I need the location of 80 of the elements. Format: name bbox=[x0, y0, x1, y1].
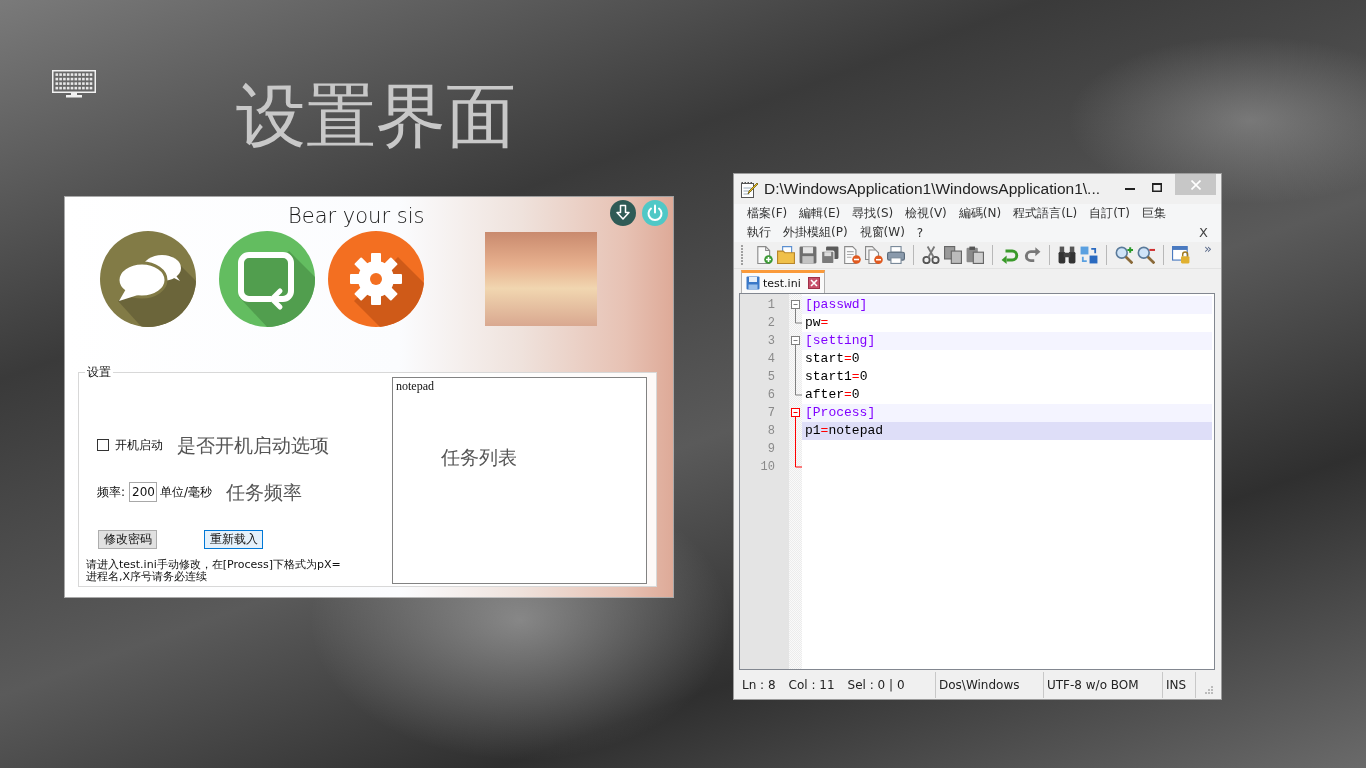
menu-item[interactable]: ? bbox=[916, 225, 924, 240]
line-number: 3 bbox=[767, 333, 776, 350]
status-text: Ln : 8 bbox=[742, 678, 776, 692]
menu-item[interactable]: 尋找(S) bbox=[852, 205, 894, 222]
printer-icon[interactable] bbox=[887, 246, 905, 264]
menu-item[interactable]: 檢視(V) bbox=[905, 205, 947, 222]
window-title: D:\WindowsApplication1\WindowsApplication1\... bbox=[764, 180, 1100, 198]
menu-item[interactable]: 執行 bbox=[747, 224, 771, 241]
file-minus-icon[interactable] bbox=[843, 246, 861, 264]
swap-squares-icon[interactable] bbox=[1080, 246, 1098, 264]
zoom-in-icon[interactable] bbox=[1115, 246, 1133, 264]
close-icon[interactable] bbox=[807, 277, 820, 289]
close-document-button[interactable]: X bbox=[1199, 225, 1208, 240]
open-folder-icon[interactable] bbox=[777, 246, 795, 264]
close-icon bbox=[1190, 179, 1201, 190]
line-number: 9 bbox=[767, 441, 776, 458]
editor-pane[interactable]: 1 2 3 4 5 6 7 8 9 10 [passwd] pw= [setting] start=0 start1=0 after=0 [Process] p1=notepad bbox=[739, 293, 1215, 670]
status-text: Dos\Windows bbox=[939, 678, 1020, 692]
chat-bubbles-icon[interactable] bbox=[100, 231, 196, 327]
action-button[interactable]: 重新载入 bbox=[204, 529, 263, 549]
line-number: 5 bbox=[767, 369, 776, 386]
menu-item[interactable]: 編碼(N) bbox=[958, 205, 1002, 222]
menu-item[interactable]: 外掛模組(P) bbox=[783, 224, 848, 241]
status-text: UTF-8 w/o BOM bbox=[1047, 678, 1139, 692]
binoculars-icon[interactable] bbox=[1058, 246, 1076, 264]
menu-item[interactable]: 視窗(W) bbox=[859, 224, 905, 241]
action-button[interactable]: 修改密码 bbox=[98, 529, 157, 549]
frequency-input[interactable]: 200 bbox=[129, 482, 158, 502]
menu-item[interactable]: 自訂(T) bbox=[1089, 205, 1130, 222]
checkbox-label[interactable]: 开机启动 bbox=[115, 436, 163, 454]
line-number: 8 bbox=[767, 423, 776, 440]
code-line: start1=0 bbox=[804, 368, 869, 386]
files-minus-icon[interactable] bbox=[865, 246, 883, 264]
overflow-chevron[interactable]: » bbox=[1204, 242, 1212, 256]
status-text: Col : 11 bbox=[788, 678, 835, 692]
autostart-checkbox[interactable] bbox=[97, 439, 109, 451]
line-number: 1 bbox=[767, 297, 776, 314]
line-number: 10 bbox=[760, 459, 776, 476]
list-item[interactable]: notepad bbox=[393, 378, 437, 394]
code-line: pw= bbox=[804, 314, 830, 332]
menu-item[interactable]: 巨集 bbox=[1141, 205, 1166, 222]
fold-bracket-icon[interactable] bbox=[791, 336, 802, 396]
annotation-text: 任务列表 bbox=[441, 445, 517, 469]
code-line: after=0 bbox=[804, 386, 861, 404]
app-title: Bear your sis bbox=[288, 203, 425, 230]
menu-item[interactable]: 程式語言(L) bbox=[1013, 205, 1078, 222]
fold-bracket-icon[interactable] bbox=[791, 408, 802, 468]
line-number: 7 bbox=[767, 405, 776, 422]
new-file-icon[interactable] bbox=[755, 246, 773, 264]
copy-icon[interactable] bbox=[944, 246, 962, 264]
scissors-icon[interactable] bbox=[922, 246, 940, 264]
code-line: start=0 bbox=[804, 350, 861, 368]
status-text: Sel : 0 | 0 bbox=[847, 678, 905, 692]
status-text: INS bbox=[1166, 678, 1187, 692]
redo-arrow-icon[interactable] bbox=[1023, 246, 1041, 264]
gear-icon[interactable] bbox=[328, 231, 424, 327]
window-lock-icon[interactable] bbox=[1172, 246, 1190, 264]
annotation-text: 是否开机启动选项 bbox=[177, 433, 329, 457]
menu-item[interactable]: 檔案(F) bbox=[747, 205, 788, 222]
annotation-text: 任务频率 bbox=[226, 480, 303, 504]
file-tab[interactable]: test.ini bbox=[741, 270, 825, 293]
line-number: 6 bbox=[767, 387, 776, 404]
instruction-text: 请进入test.ini手动修改，在[Process]下格式为pX=进程名,X序号请务必连续 bbox=[86, 559, 342, 583]
menu-item[interactable]: 編輯(E) bbox=[799, 205, 841, 222]
groupbox-legend: 设置 bbox=[85, 365, 113, 379]
power-icon[interactable] bbox=[642, 200, 668, 226]
clipboard-icon[interactable] bbox=[966, 246, 984, 264]
fold-bracket-icon[interactable] bbox=[791, 300, 802, 324]
resize-grip-icon[interactable] bbox=[1205, 686, 1213, 694]
task-listbox[interactable]: notepad 任务列表 bbox=[392, 377, 647, 584]
maximize-icon[interactable] bbox=[1152, 182, 1162, 192]
line-number: 4 bbox=[767, 351, 776, 368]
line-number: 2 bbox=[767, 315, 776, 332]
page-heading: 设置界面 bbox=[236, 76, 516, 156]
field-label: 频率: bbox=[97, 483, 126, 501]
stacked-disks-icon[interactable] bbox=[821, 246, 839, 264]
monitor-grid-icon[interactable] bbox=[52, 70, 96, 98]
zoom-out-icon[interactable] bbox=[1137, 246, 1155, 264]
unit-label: 单位/毫秒 bbox=[160, 483, 213, 501]
notepad-pencil-icon bbox=[741, 180, 758, 198]
